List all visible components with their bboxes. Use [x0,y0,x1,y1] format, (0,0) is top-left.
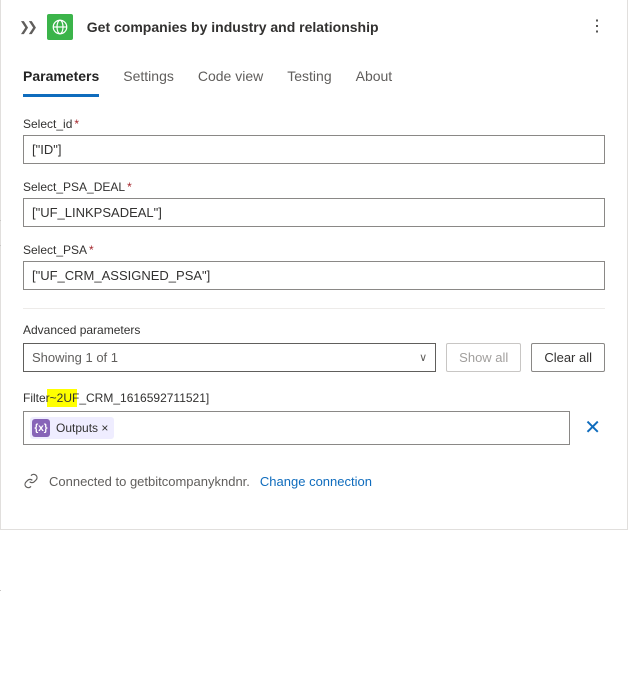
field-label: Select_id* [23,117,605,131]
connector-icon [47,14,73,40]
action-title: Get companies by industry and relationsh… [87,19,585,35]
divider [23,308,605,309]
field-label: Select_PSA* [23,243,605,257]
select-psa-deal-input[interactable] [23,198,605,227]
required-asterisk: * [89,243,94,257]
link-icon [23,473,39,489]
advanced-heading: Advanced parameters [23,323,605,337]
tab-parameters[interactable]: Parameters [23,68,99,97]
clear-all-button[interactable]: Clear all [531,343,605,372]
panel-header: ❯❯ Get companies by industry and relatio… [1,0,627,50]
label-text: Select_id [23,117,72,131]
field-label: Select_PSA_DEAL* [23,180,605,194]
filter-label: Filter~2UF_CRM_1616592711521] [23,391,209,405]
tab-settings[interactable]: Settings [123,68,174,96]
ruler-tick [0,220,1,221]
field-select-psa: Select_PSA* [23,243,605,290]
dynamic-content-token[interactable]: {x} Outputs × [30,417,114,439]
show-all-button: Show all [446,343,521,372]
ruler-tick [0,245,1,246]
token-label: Outputs × [56,421,108,435]
label-text: Select_PSA_DEAL [23,180,125,194]
connection-status: Connected to getbitcompanykndnr. [49,474,250,489]
select-id-input[interactable] [23,135,605,164]
tab-about[interactable]: About [356,68,393,96]
collapse-chevrons-icon[interactable]: ❯❯ [19,19,35,35]
tab-testing[interactable]: Testing [287,68,331,96]
required-asterisk: * [74,117,79,131]
advanced-dropdown[interactable]: Showing 1 of 1 ∨ [23,343,436,372]
parameters-body: Select_id* Select_PSA_DEAL* Select_PSA* … [1,97,627,445]
field-select-id: Select_id* [23,117,605,164]
advanced-row: Showing 1 of 1 ∨ Show all Clear all [23,343,605,372]
chevron-down-icon: ∨ [419,351,427,364]
tab-bar: Parameters Settings Code view Testing Ab… [1,50,627,97]
action-panel: ❯❯ Get companies by industry and relatio… [0,0,628,530]
select-psa-input[interactable] [23,261,605,290]
label-text: Select_PSA [23,243,87,257]
ruler-tick [0,590,1,591]
required-asterisk: * [127,180,132,194]
filter-input-row: {x} Outputs × ✕ [23,411,605,445]
connection-row: Connected to getbitcompanykndnr. Change … [1,445,627,489]
field-select-psa-deal: Select_PSA_DEAL* [23,180,605,227]
more-menu-icon[interactable]: ⋮ [585,22,609,32]
token-icon: {x} [32,419,50,437]
dropdown-value: Showing 1 of 1 [32,350,118,365]
clear-field-icon[interactable]: ✕ [580,418,605,438]
tab-code-view[interactable]: Code view [198,68,263,96]
filter-input[interactable]: {x} Outputs × [23,411,570,445]
filter-label-text: Filter~2UF_CRM_1616592711521] [23,391,209,405]
change-connection-link[interactable]: Change connection [260,474,372,489]
